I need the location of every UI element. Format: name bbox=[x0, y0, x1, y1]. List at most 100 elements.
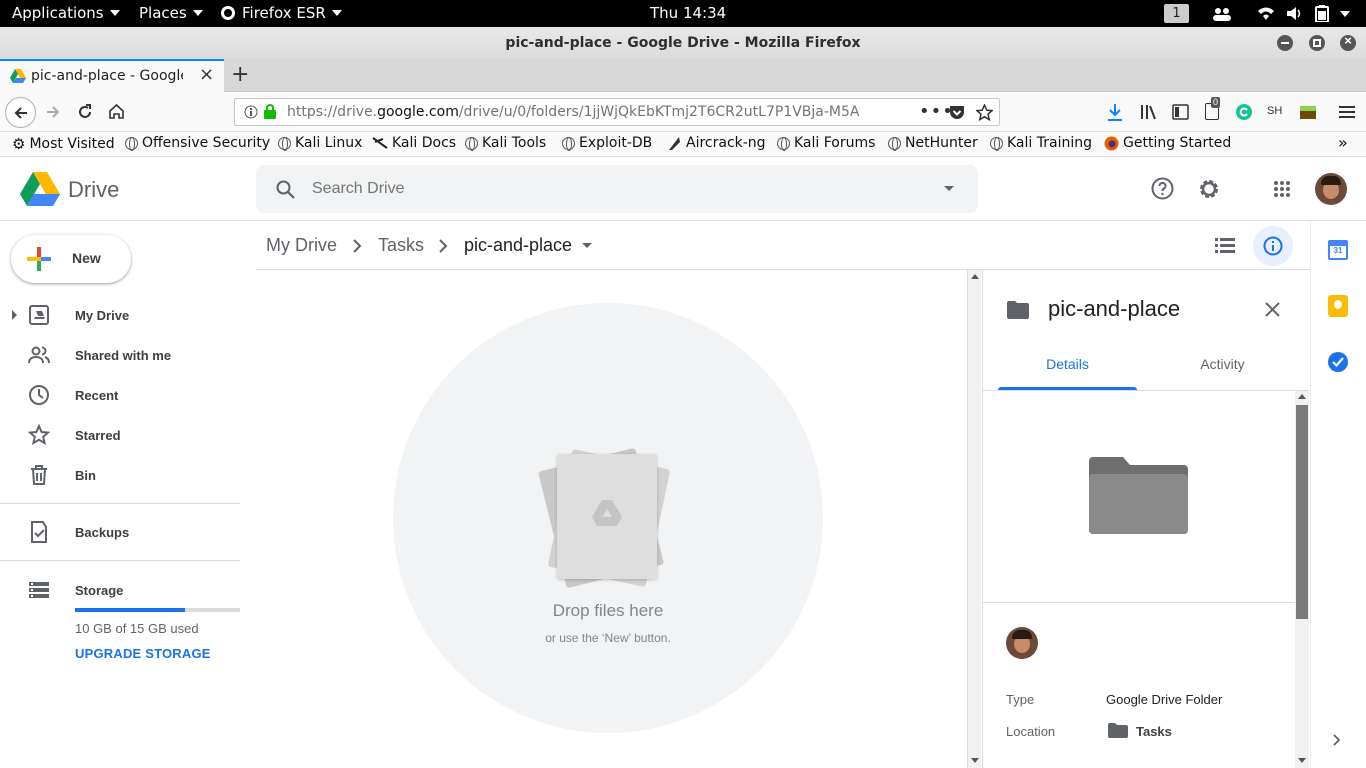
keep-icon[interactable] bbox=[1328, 295, 1348, 317]
applications-menu[interactable]: Applications bbox=[12, 4, 120, 22]
upgrade-storage-link[interactable]: UPGRADE STORAGE bbox=[75, 646, 211, 661]
scroll-down-icon[interactable] bbox=[971, 758, 979, 763]
maximize-icon[interactable] bbox=[1309, 35, 1325, 51]
places-menu[interactable]: Places bbox=[139, 4, 203, 22]
account-avatar[interactable] bbox=[1315, 173, 1347, 205]
sidebar-icon[interactable] bbox=[1172, 104, 1189, 120]
chevron-down-icon[interactable] bbox=[1340, 11, 1350, 17]
bookmark-most-visited[interactable]: ⚙ Most Visited bbox=[12, 135, 115, 153]
bookmark-exploit-db[interactable]: Exploit-DB bbox=[562, 135, 652, 151]
bookmark-kali-forums[interactable]: Kali Forums bbox=[777, 135, 875, 151]
bookmark-offensive-security[interactable]: Offensive Security bbox=[125, 135, 270, 151]
new-button[interactable]: New bbox=[11, 235, 131, 283]
back-button[interactable] bbox=[5, 97, 36, 128]
sh-extension[interactable]: SH bbox=[1267, 105, 1282, 117]
list-view-icon[interactable] bbox=[1215, 237, 1235, 254]
chevron-down-icon bbox=[331, 10, 342, 16]
extension-icon[interactable] bbox=[1299, 104, 1317, 120]
bookmark-nethunter[interactable]: NetHunter bbox=[888, 135, 978, 151]
tasks-icon[interactable] bbox=[1328, 352, 1348, 372]
settings-gear-icon[interactable] bbox=[1197, 177, 1221, 201]
main-scrollbar[interactable] bbox=[967, 270, 981, 768]
aircrack-icon bbox=[669, 136, 680, 150]
help-icon[interactable] bbox=[1151, 177, 1174, 200]
sidebar-divider bbox=[0, 503, 240, 504]
tab-activity[interactable]: Activity bbox=[1154, 356, 1291, 372]
breadcrumb-tasks[interactable]: Tasks bbox=[378, 235, 424, 256]
details-scrollbar[interactable] bbox=[1295, 391, 1309, 768]
drive-logo[interactable] bbox=[20, 172, 60, 206]
globe-icon bbox=[278, 136, 291, 151]
close-icon[interactable] bbox=[1265, 302, 1280, 317]
sidebar-item-starred[interactable]: Starred bbox=[0, 415, 240, 455]
breadcrumb-my-drive[interactable]: My Drive bbox=[266, 235, 337, 256]
people-icon[interactable] bbox=[1212, 6, 1232, 21]
bookmark-kali-training[interactable]: Kali Training bbox=[990, 135, 1092, 151]
firefox-app-menu[interactable]: Firefox ESR bbox=[220, 4, 342, 22]
bookmark-aircrack[interactable]: Aircrack-ng bbox=[667, 135, 766, 151]
volume-icon[interactable] bbox=[1286, 6, 1304, 21]
clock[interactable]: Thu 14:34 bbox=[650, 4, 726, 22]
bookmark-kali-docs[interactable]: Kali Docs bbox=[372, 135, 456, 151]
pocket-icon[interactable] bbox=[949, 105, 965, 120]
owner-avatar[interactable] bbox=[1006, 627, 1038, 659]
grammarly-icon[interactable] bbox=[1236, 104, 1252, 120]
reload-icon[interactable] bbox=[77, 104, 93, 120]
library-icon[interactable] bbox=[1140, 104, 1158, 120]
search-bar[interactable] bbox=[256, 165, 978, 213]
bookmarks-overflow-icon[interactable]: » bbox=[1338, 133, 1348, 152]
search-input[interactable] bbox=[312, 177, 892, 201]
minimize-icon[interactable] bbox=[1277, 35, 1293, 51]
tab-close-icon[interactable]: × bbox=[199, 64, 214, 85]
view-details-button[interactable] bbox=[1253, 226, 1293, 266]
breadcrumb-current-folder[interactable]: pic-and-place bbox=[464, 235, 593, 256]
sidebar-item-storage[interactable]: Storage bbox=[0, 570, 240, 610]
globe-icon bbox=[125, 136, 138, 151]
sidebar-item-label: My Drive bbox=[75, 307, 130, 323]
lock-icon[interactable] bbox=[264, 104, 276, 119]
scroll-down-icon[interactable] bbox=[1298, 758, 1306, 763]
wifi-icon[interactable] bbox=[1257, 6, 1275, 21]
applications-label: Applications bbox=[12, 4, 104, 22]
bookmark-kali-tools[interactable]: Kali Tools bbox=[465, 135, 546, 151]
arrow-left-icon bbox=[14, 107, 27, 119]
url-text[interactable]: https://drive.google.com/drive/u/0/folde… bbox=[287, 104, 859, 120]
battery-icon[interactable] bbox=[1315, 5, 1329, 22]
expand-arrow-icon[interactable] bbox=[12, 310, 17, 320]
hamburger-menu-icon[interactable] bbox=[1339, 105, 1355, 119]
close-window-icon[interactable]: × bbox=[1340, 33, 1356, 51]
new-tab-icon[interactable]: + bbox=[231, 62, 249, 87]
url-prefix: https://drive. bbox=[287, 104, 378, 120]
calendar-icon[interactable]: 31 bbox=[1328, 240, 1348, 260]
scroll-up-icon[interactable] bbox=[1298, 394, 1306, 399]
scroll-up-icon[interactable] bbox=[971, 274, 979, 279]
download-icon[interactable] bbox=[1106, 103, 1124, 122]
bookmark-getting-started[interactable]: Getting Started bbox=[1104, 135, 1231, 151]
info-icon[interactable] bbox=[244, 105, 258, 119]
home-icon[interactable] bbox=[108, 103, 125, 120]
search-icon[interactable] bbox=[276, 180, 295, 199]
chevron-right-icon[interactable] bbox=[1332, 733, 1342, 747]
tab-details[interactable]: Details bbox=[998, 356, 1137, 372]
workspace-indicator[interactable]: 1 bbox=[1164, 4, 1189, 23]
scroll-thumb[interactable] bbox=[1296, 405, 1308, 619]
sidebar-item-my-drive[interactable]: My Drive bbox=[0, 295, 240, 335]
sidebar-item-recent[interactable]: Recent bbox=[0, 375, 240, 415]
apps-grid-icon[interactable] bbox=[1273, 180, 1291, 198]
sidebar-item-backups[interactable]: Backups bbox=[0, 512, 240, 552]
tab-active[interactable]: pic-and-place - Google D × bbox=[0, 59, 224, 93]
sidebar-item-shared[interactable]: Shared with me bbox=[0, 335, 240, 375]
url-bar[interactable]: https://drive.google.com/drive/u/0/folde… bbox=[234, 98, 1000, 126]
sidebar-divider bbox=[0, 560, 240, 561]
tab-divider bbox=[983, 390, 1309, 391]
location-value[interactable]: Tasks bbox=[1136, 724, 1172, 739]
sidebar-item-label: Storage bbox=[75, 582, 124, 598]
bookmark-kali-linux[interactable]: Kali Linux bbox=[278, 135, 362, 151]
extension-badge-icon[interactable]: 0 bbox=[1205, 97, 1221, 120]
bookmark-label: Kali Tools bbox=[482, 135, 547, 151]
star-bookmark-icon[interactable] bbox=[976, 104, 993, 121]
sidebar-item-bin[interactable]: Bin bbox=[0, 455, 240, 495]
forward-icon[interactable] bbox=[45, 104, 61, 120]
search-options-icon[interactable] bbox=[944, 186, 954, 191]
globe-icon bbox=[465, 136, 478, 151]
